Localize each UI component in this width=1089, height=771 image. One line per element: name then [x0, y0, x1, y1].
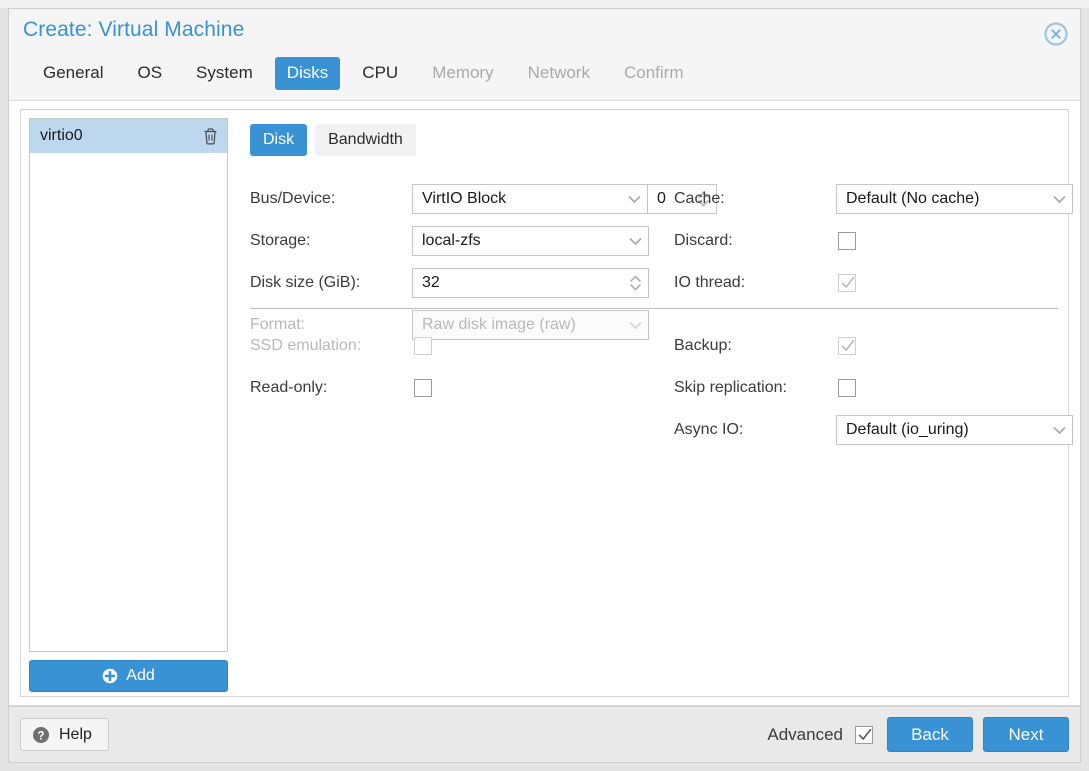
skip-replication-label: Skip replication:: [674, 379, 787, 396]
help-label: Help: [59, 725, 92, 743]
discard-label: Discard:: [674, 232, 733, 249]
add-disk-label: Add: [126, 667, 155, 684]
tab-network: Network: [527, 63, 590, 82]
discard-checkbox[interactable]: [838, 232, 856, 250]
async-io-row: Async IO: Default (io_uring): [674, 409, 1074, 451]
backup-checkbox: [838, 337, 856, 355]
ssd-emulation-row: SSD emulation:: [250, 325, 650, 367]
io-thread-row: IO thread:: [674, 262, 1074, 304]
read-only-label: Read-only:: [250, 379, 328, 396]
wizard-tabbar: General OS System Disks CPU Memory Netwo…: [9, 57, 1080, 101]
backup-row: Backup:: [674, 325, 1074, 367]
io-thread-label: IO thread:: [674, 274, 746, 291]
checkmark-icon: [857, 727, 873, 743]
advanced-checkbox[interactable]: [855, 725, 873, 744]
tab-cpu[interactable]: CPU: [350, 57, 410, 90]
chevron-down-icon[interactable]: [621, 185, 647, 213]
svg-text:?: ?: [37, 730, 44, 742]
dialog-body: virtio0 Add Disk Bandwidth Bus/Device: V…: [9, 101, 1080, 706]
list-item[interactable]: virtio0: [30, 119, 227, 153]
storage-row: Storage: local-zfs: [250, 220, 650, 262]
next-button[interactable]: Next: [983, 717, 1069, 752]
storage-label: Storage:: [250, 232, 311, 249]
disk-form-lower-left-column: SSD emulation: Read-only:: [250, 325, 650, 409]
backdrop-top-strip: [0, 0, 1089, 8]
backup-label: Backup:: [674, 337, 732, 354]
storage-select[interactable]: local-zfs: [412, 226, 649, 256]
read-only-row: Read-only:: [250, 367, 650, 409]
bus-device-controls: VirtIO Block 0: [412, 184, 717, 214]
plus-circle-icon: [102, 668, 118, 684]
subtab-disk[interactable]: Disk: [250, 124, 308, 156]
close-icon[interactable]: [1043, 21, 1069, 47]
skip-replication-checkbox[interactable]: [838, 379, 856, 397]
disk-form-left-column: Bus/Device: VirtIO Block 0 Storage: loca…: [250, 178, 717, 346]
tab-general[interactable]: General: [31, 57, 115, 90]
dialog-title: Create: Virtual Machine: [23, 18, 245, 41]
bus-device-label: Bus/Device:: [250, 190, 336, 207]
disk-subtabs: Disk Bandwidth: [250, 124, 416, 156]
checkmark-icon: [840, 338, 856, 354]
tab-system[interactable]: System: [184, 57, 265, 90]
bus-value: VirtIO Block: [422, 190, 507, 207]
tab-os[interactable]: OS: [125, 57, 174, 90]
disk-size-value: 32: [422, 274, 440, 291]
subtab-bandwidth[interactable]: Bandwidth: [315, 124, 416, 156]
chevron-down-icon[interactable]: [1046, 416, 1072, 444]
trash-icon[interactable]: [202, 127, 219, 145]
disk-size-row: Disk size (GiB): 32: [250, 262, 650, 304]
spinner-updown-icon[interactable]: [622, 269, 648, 297]
chevron-down-icon[interactable]: [622, 227, 648, 255]
async-io-select[interactable]: Default (io_uring): [836, 415, 1073, 445]
disk-form-lower-right-column: Backup: Skip replication: Async IO: Defa…: [674, 325, 1074, 451]
tab-disks[interactable]: Disks: [274, 57, 341, 90]
read-only-checkbox[interactable]: [414, 379, 432, 397]
device-label: virtio0: [40, 127, 83, 144]
dialog-titlebar: Create: Virtual Machine: [9, 9, 1080, 57]
cache-select[interactable]: Default (No cache): [836, 184, 1073, 214]
footer-actions: Advanced Back Next: [767, 717, 1069, 752]
create-vm-dialog: Create: Virtual Machine General OS Syste…: [8, 8, 1081, 763]
tab-confirm: Confirm: [623, 63, 684, 82]
skip-replication-row: Skip replication:: [674, 367, 1074, 409]
form-divider: [250, 308, 1058, 309]
help-button[interactable]: ? Help: [20, 718, 109, 751]
back-button[interactable]: Back: [887, 717, 973, 752]
async-io-value: Default (io_uring): [846, 421, 969, 438]
disk-device-list: virtio0: [29, 118, 228, 652]
disk-form-right-column: Cache: Default (No cache) Discard: IO th…: [674, 178, 1074, 304]
cache-label: Cache:: [674, 190, 725, 207]
discard-row: Discard:: [674, 220, 1074, 262]
storage-value: local-zfs: [422, 232, 481, 249]
add-disk-button[interactable]: Add: [29, 660, 228, 692]
dialog-body-panel: virtio0 Add Disk Bandwidth Bus/Device: V…: [20, 109, 1073, 697]
ssd-emulation-label: SSD emulation:: [250, 337, 362, 354]
async-io-label: Async IO:: [674, 421, 744, 438]
io-thread-checkbox: [838, 274, 856, 292]
disk-size-stepper[interactable]: 32: [412, 268, 649, 298]
cache-row: Cache: Default (No cache): [674, 178, 1074, 220]
dialog-footer: ? Help Advanced Back Next: [9, 706, 1080, 762]
advanced-label: Advanced: [767, 724, 843, 744]
checkmark-icon: [840, 275, 856, 291]
ssd-emulation-checkbox: [414, 337, 432, 355]
tab-memory: Memory: [432, 63, 494, 82]
question-circle-icon: ?: [32, 726, 50, 744]
bus-select[interactable]: VirtIO Block: [412, 184, 647, 214]
disk-size-label: Disk size (GiB):: [250, 274, 361, 291]
cache-value: Default (No cache): [846, 190, 980, 207]
disk-settings-panel: Disk Bandwidth Bus/Device: VirtIO Block: [240, 118, 1073, 690]
bus-device-row: Bus/Device: VirtIO Block 0: [250, 178, 717, 220]
chevron-down-icon[interactable]: [1046, 185, 1072, 213]
